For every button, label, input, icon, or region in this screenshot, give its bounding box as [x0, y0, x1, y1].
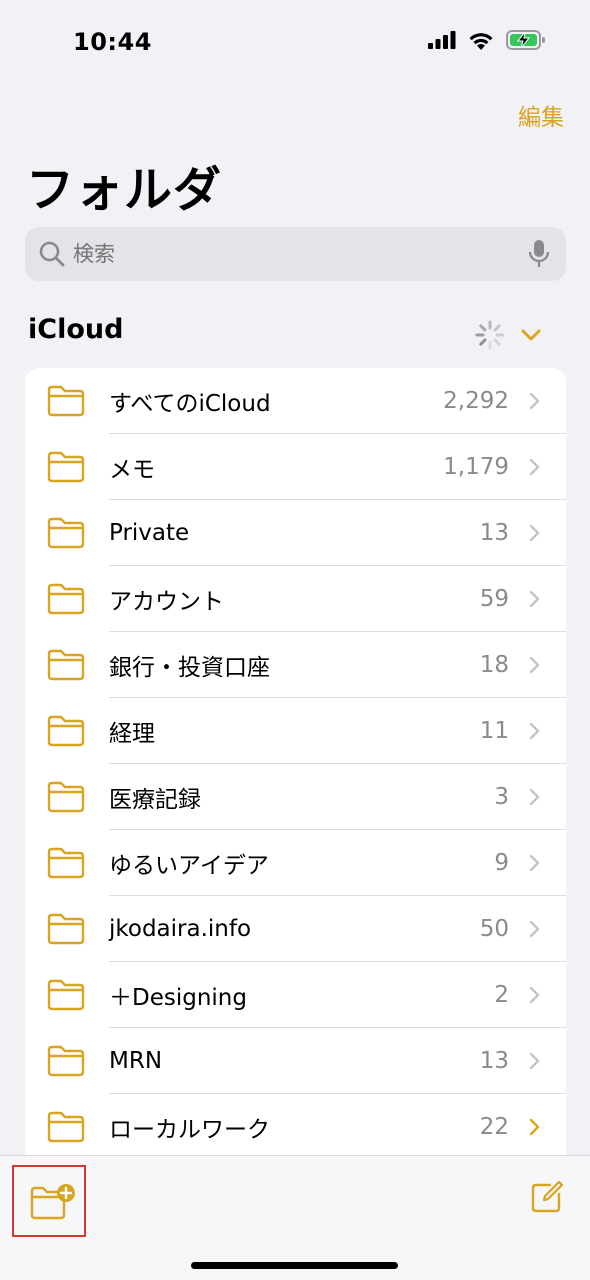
- folder-icon: [47, 913, 85, 945]
- chevron-right-icon: [529, 656, 540, 674]
- folder-name: ゆるいアイデア: [109, 853, 269, 879]
- folder-count: 18: [479, 652, 509, 678]
- new-folder-button[interactable]: [12, 1165, 86, 1237]
- edit-button[interactable]: 編集: [518, 98, 564, 132]
- folder-count: 1,179: [443, 454, 509, 480]
- folder-icon: [47, 649, 85, 681]
- folder-count: 2,292: [443, 388, 509, 414]
- loading-spinner-icon: [475, 320, 505, 350]
- folder-name: MRN: [109, 1048, 163, 1074]
- folder-row[interactable]: ローカルワーク 22: [25, 1094, 566, 1160]
- folder-icon: [47, 979, 85, 1011]
- folder-name: ローカルワーク: [109, 1117, 270, 1143]
- home-indicator: [191, 1262, 398, 1269]
- page-title: フォルダ: [26, 162, 223, 218]
- folder-icon: [47, 847, 85, 879]
- status-bar: 10:44: [0, 0, 590, 90]
- folder-name: 経理: [109, 721, 155, 747]
- folder-name: すべてのiCloud: [109, 391, 271, 417]
- folder-row[interactable]: 経理 11: [25, 698, 566, 764]
- search-input[interactable]: [73, 242, 528, 266]
- folder-count: 13: [479, 1048, 509, 1074]
- folder-row[interactable]: アカウント 59: [25, 566, 566, 632]
- folder-name: 医療記録: [109, 787, 201, 813]
- folder-icon: [47, 385, 85, 417]
- status-time: 10:44: [73, 28, 152, 56]
- chevron-right-icon: [529, 722, 540, 740]
- microphone-icon[interactable]: [528, 239, 550, 269]
- folder-count: 22: [479, 1114, 509, 1140]
- folder-name: 銀行・投資口座: [109, 655, 270, 681]
- chevron-right-icon: [529, 524, 540, 542]
- folder-name: メモ: [109, 457, 155, 483]
- folder-row[interactable]: Private 13: [25, 500, 566, 566]
- chevron-down-icon[interactable]: [520, 326, 542, 344]
- folder-icon: [47, 781, 85, 813]
- folder-icon: [47, 451, 85, 483]
- compose-icon[interactable]: [530, 1180, 564, 1214]
- chevron-right-icon: [529, 920, 540, 938]
- folder-list: すべてのiCloud 2,292 メモ 1,179 Private 13 アカウ…: [25, 368, 566, 1168]
- folder-count: 3: [494, 784, 509, 810]
- chevron-right-icon: [529, 458, 540, 476]
- folder-count: 59: [479, 586, 509, 612]
- chevron-right-icon: [529, 1118, 540, 1136]
- chevron-right-icon: [529, 788, 540, 806]
- section-header-icloud[interactable]: iCloud: [28, 314, 123, 345]
- folder-count: 2: [494, 982, 509, 1008]
- folder-count: 13: [479, 520, 509, 546]
- folder-row[interactable]: 医療記録 3: [25, 764, 566, 830]
- folder-row[interactable]: ＋Designing 2: [25, 962, 566, 1028]
- folder-count: 50: [479, 916, 509, 942]
- chevron-right-icon: [529, 1052, 540, 1070]
- folder-count: 11: [479, 718, 509, 744]
- folder-icon: [47, 1045, 85, 1077]
- chevron-right-icon: [529, 854, 540, 872]
- folder-icon: [47, 583, 85, 615]
- folder-row[interactable]: メモ 1,179: [25, 434, 566, 500]
- folder-name: アカウント: [109, 589, 224, 615]
- status-icons: [428, 30, 546, 50]
- folder-icon: [47, 517, 85, 549]
- wifi-icon: [469, 32, 493, 50]
- folder-name: jkodaira.info: [109, 916, 252, 942]
- search-icon: [39, 241, 65, 267]
- folder-name: Private: [109, 520, 190, 546]
- folder-icon: [47, 715, 85, 747]
- chevron-right-icon: [529, 392, 540, 410]
- cellular-signal-icon: [428, 31, 456, 49]
- folder-row[interactable]: jkodaira.info 50: [25, 896, 566, 962]
- chevron-right-icon: [529, 986, 540, 1004]
- folder-name: ＋Designing: [109, 985, 247, 1011]
- chevron-right-icon: [529, 590, 540, 608]
- battery-charging-icon: [506, 30, 545, 50]
- search-bar[interactable]: [25, 227, 566, 281]
- folder-count: 9: [494, 850, 509, 876]
- folder-plus-icon: [30, 1184, 75, 1220]
- folder-row[interactable]: MRN 13: [25, 1028, 566, 1094]
- folder-row[interactable]: すべてのiCloud 2,292: [25, 368, 566, 434]
- folder-row[interactable]: 銀行・投資口座 18: [25, 632, 566, 698]
- folder-icon: [47, 1111, 85, 1143]
- folder-row[interactable]: ゆるいアイデア 9: [25, 830, 566, 896]
